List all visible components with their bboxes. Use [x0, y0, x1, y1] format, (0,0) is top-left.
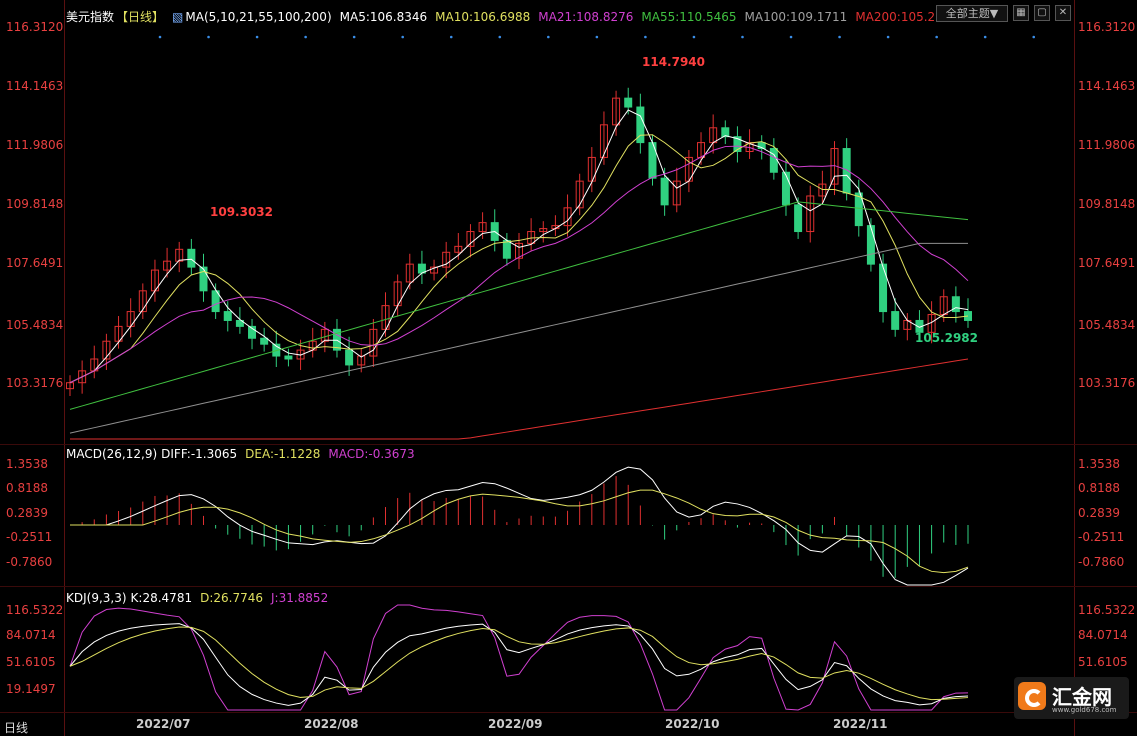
kdj-d-line: [69, 626, 969, 701]
candle-body: [223, 311, 232, 321]
kdj-k-line: [69, 623, 969, 706]
signal-dot: [644, 35, 647, 39]
signal-dot: [255, 35, 259, 39]
signal-dot: [304, 35, 307, 39]
candle-body: [187, 248, 196, 268]
signal-dot: [838, 35, 841, 39]
candle-body: [345, 349, 354, 366]
signal-dot: [741, 35, 744, 39]
candle-body: [781, 171, 790, 206]
signal-dot: [498, 35, 502, 39]
signal-dot: [595, 35, 599, 39]
candle-body: [502, 239, 511, 259]
macd-dea-line: [70, 489, 969, 574]
chart-canvas: [66, 35, 1036, 711]
candle-body: [284, 355, 293, 360]
signal-dot: [789, 35, 793, 39]
candle-body: [199, 266, 208, 292]
signal-dot: [935, 35, 938, 39]
candle-body: [891, 311, 900, 330]
signal-dot: [983, 35, 987, 39]
candle-body: [624, 97, 633, 108]
signal-dot: [158, 35, 162, 39]
candle-body: [769, 148, 778, 173]
macd-diff-line: [70, 466, 969, 586]
candle-body: [660, 177, 669, 206]
signal-dot: [352, 35, 356, 39]
candle-body: [879, 263, 888, 313]
kdj-j-line: [69, 604, 969, 711]
candle-body: [842, 148, 851, 194]
signal-dot: [449, 35, 453, 39]
signal-dot: [692, 35, 696, 39]
candle-body: [866, 225, 875, 265]
candle-body: [260, 337, 269, 345]
signal-dot: [886, 35, 890, 39]
signal-dot: [401, 35, 405, 39]
candle-body: [794, 204, 803, 233]
signal-dot: [547, 35, 550, 39]
signal-dot: [207, 35, 210, 39]
signal-dot: [1032, 35, 1036, 39]
chart-window: 美元指数 【日线】 ▧ MA(5,10,21,55,100,200) MA5:106.8…: [0, 0, 1137, 736]
